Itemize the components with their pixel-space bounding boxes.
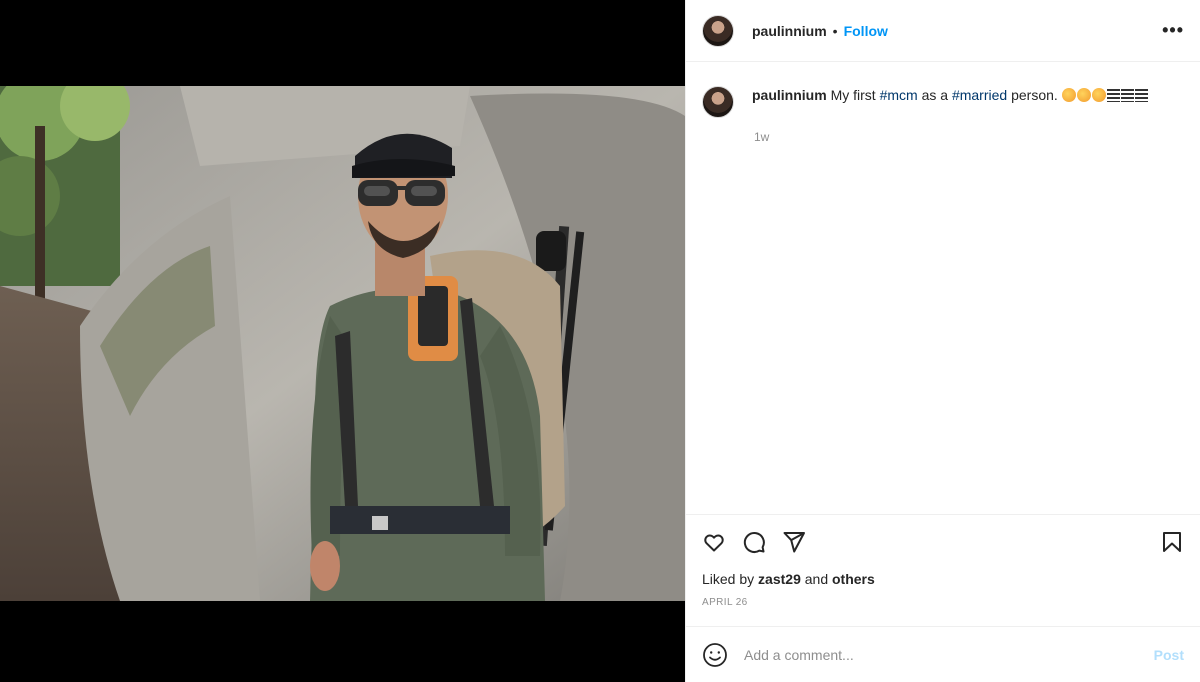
follow-button[interactable]: Follow (844, 23, 888, 39)
likes-summary: Liked by zast29 and others (702, 571, 1184, 587)
liked-by-user[interactable]: zast29 (758, 571, 801, 587)
caption-text-3: person. (1011, 87, 1058, 103)
post-header: paulinnium • Follow ••• (686, 0, 1200, 62)
caption-text-2: as a (921, 87, 949, 103)
caption: paulinnium My first #mcm as a #married p… (702, 86, 1184, 118)
post-viewer: paulinnium • Follow ••• paulinnium My fi… (0, 0, 1200, 682)
post-actions: Liked by zast29 and others APRIL 26 (686, 514, 1200, 626)
caption-text-1: My first (830, 87, 876, 103)
post-media (0, 0, 685, 682)
unrendered-glyph-icon (1134, 89, 1148, 102)
post-comment-button[interactable]: Post (1154, 647, 1184, 663)
photo-illustration (0, 86, 685, 601)
comment-icon[interactable] (742, 530, 766, 554)
comment-input[interactable] (744, 646, 1154, 663)
heart-eyes-emoji-icon (1091, 88, 1106, 102)
caption-text: paulinnium My first #mcm as a #married p… (752, 86, 1149, 104)
smiley-icon[interactable] (702, 642, 728, 668)
unrendered-glyph-icon (1120, 89, 1134, 102)
author-username[interactable]: paulinnium (752, 23, 827, 39)
post-date[interactable]: APRIL 26 (702, 597, 1184, 608)
caption-username[interactable]: paulinnium (752, 87, 827, 103)
heart-icon[interactable] (702, 530, 726, 554)
unrendered-glyph-icon (1106, 89, 1120, 102)
caption-area: paulinnium My first #mcm as a #married p… (686, 62, 1200, 514)
heart-eyes-emoji-icon (1061, 88, 1076, 102)
likes-prefix: Liked by (702, 571, 755, 587)
hashtag-mcm[interactable]: #mcm (880, 87, 918, 103)
share-icon[interactable] (782, 530, 806, 554)
heart-eyes-emoji-icon (1076, 88, 1091, 102)
comment-box: Post (686, 626, 1200, 682)
post-photo[interactable] (0, 86, 685, 601)
emoji-group (1061, 87, 1149, 103)
caption-avatar[interactable] (702, 86, 734, 118)
liked-by-others[interactable]: others (832, 571, 875, 587)
action-icons (702, 527, 1184, 557)
post-sidebar: paulinnium • Follow ••• paulinnium My fi… (685, 0, 1200, 682)
avatar[interactable] (702, 14, 734, 47)
hashtag-married[interactable]: #married (952, 87, 1007, 103)
more-icon[interactable]: ••• (1162, 20, 1184, 41)
caption-timestamp[interactable]: 1w (754, 130, 1184, 144)
likes-middle: and (804, 571, 829, 587)
bookmark-icon[interactable] (1160, 530, 1184, 554)
separator-dot: • (832, 22, 838, 39)
